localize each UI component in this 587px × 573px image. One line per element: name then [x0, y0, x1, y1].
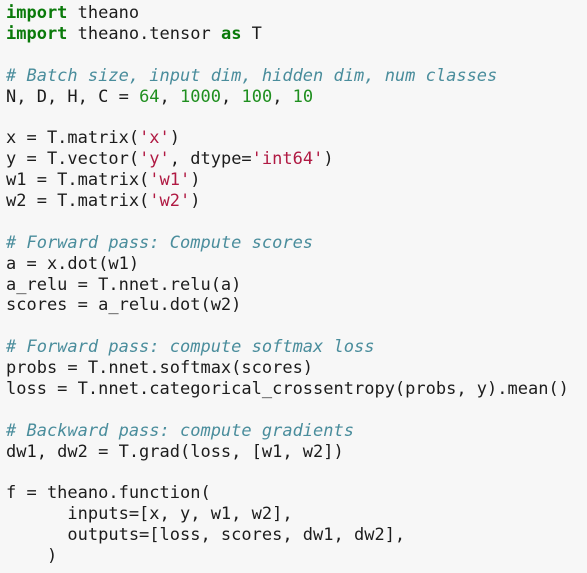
code-line: dw1, dw2 = T.grad(loss, [w1, w2]) [6, 442, 587, 463]
code-text-token: ) [6, 546, 58, 567]
code-text-token: w2 = T.matrix( [6, 191, 150, 212]
code-text-token: loss = T.nnet.categorical_crossentropy(p… [6, 379, 569, 400]
code-line: # Forward pass: compute softmax loss [6, 337, 587, 358]
code-text-token: N, D, H, C = [6, 86, 140, 107]
code-text-token: ) [190, 170, 201, 191]
code-line: w2 = T.matrix('w2') [6, 191, 587, 212]
code-line: N, D, H, C = 64, 1000, 100, 10 [6, 87, 587, 108]
code-line: # Forward pass: Compute scores [6, 233, 587, 254]
code-line: a_relu = T.nnet.relu(a) [6, 275, 587, 296]
code-line: x = T.matrix('x') [6, 128, 587, 149]
code-text-token: a_relu = T.nnet.relu(a) [6, 274, 242, 295]
code-line: import theano.tensor as T [6, 24, 587, 45]
code-text-token: x = T.matrix( [6, 128, 140, 149]
code-text-token: ) [323, 149, 334, 170]
string-token: 'w1' [149, 170, 191, 191]
string-token: 'x' [139, 128, 170, 149]
comment-token: # Backward pass: compute gradients [6, 420, 354, 441]
comment-token: # Forward pass: compute softmax loss [6, 337, 375, 358]
code-line: # Batch size, input dim, hidden dim, num… [6, 66, 587, 87]
code-line: # Backward pass: compute gradients [6, 421, 587, 442]
code-text-token: probs = T.nnet.softmax(scores) [6, 358, 314, 379]
code-text-token: ) [190, 191, 201, 212]
string-token: 'w2' [149, 191, 191, 212]
code-line: import theano [6, 3, 587, 24]
code-line: w1 = T.matrix('w1') [6, 170, 587, 191]
code-text-token: theano [67, 3, 140, 23]
code-editor: import theano import theano.tensor as T #… [0, 0, 587, 573]
string-token: 'y' [139, 149, 170, 170]
code-text-token: dw1, dw2 = T.grad(loss, [w1, w2]) [6, 441, 344, 462]
comment-token: # Forward pass: Compute scores [6, 232, 314, 253]
code-text-token: , [220, 86, 242, 107]
code-text-token: scores = a_relu.dot(w2) [6, 295, 242, 316]
code-text-token: y = T.vector( [6, 149, 140, 170]
code-line: y = T.vector('y', dtype='int64') [6, 149, 587, 170]
code-text-token: a = x.dot(w1) [6, 253, 140, 274]
code-text-token: ) [169, 128, 181, 149]
keyword-token: as [220, 23, 242, 44]
code-line: a = x.dot(w1) [6, 254, 587, 275]
comment-token: # Batch size, input dim, hidden dim, num… [6, 65, 498, 86]
code-text-token: , dtype= [169, 149, 252, 170]
number-token: 1000 [180, 86, 221, 107]
code-text-token: w1 = T.matrix( [6, 170, 150, 191]
code-line: ) [6, 546, 587, 567]
number-token: 100 [241, 86, 273, 107]
code-text-token: , [272, 86, 293, 107]
code-text-token: inputs=[x, y, w1, w2], [6, 504, 293, 525]
keyword-token: import [6, 3, 68, 23]
code-line: inputs=[x, y, w1, w2], [6, 504, 587, 525]
number-token: 10 [292, 86, 314, 107]
string-token: 'int64' [251, 149, 324, 170]
code-line: outputs=[loss, scores, dw1, dw2], [6, 525, 587, 546]
code-line: probs = T.nnet.softmax(scores) [6, 358, 587, 379]
code-text-token: outputs=[loss, scores, dw1, dw2], [6, 525, 406, 546]
code-line: loss = T.nnet.categorical_crossentropy(p… [6, 379, 587, 400]
number-token: 64 [139, 86, 160, 107]
code-line: scores = a_relu.dot(w2) [6, 295, 587, 316]
code-line: f = theano.function( [6, 483, 587, 504]
code-text-token: f = theano.function( [6, 483, 211, 504]
keyword-token: import [6, 23, 68, 44]
code-text-token: T [241, 23, 262, 44]
code-text-token: , [159, 86, 181, 107]
code-text-token: theano.tensor [67, 23, 221, 44]
